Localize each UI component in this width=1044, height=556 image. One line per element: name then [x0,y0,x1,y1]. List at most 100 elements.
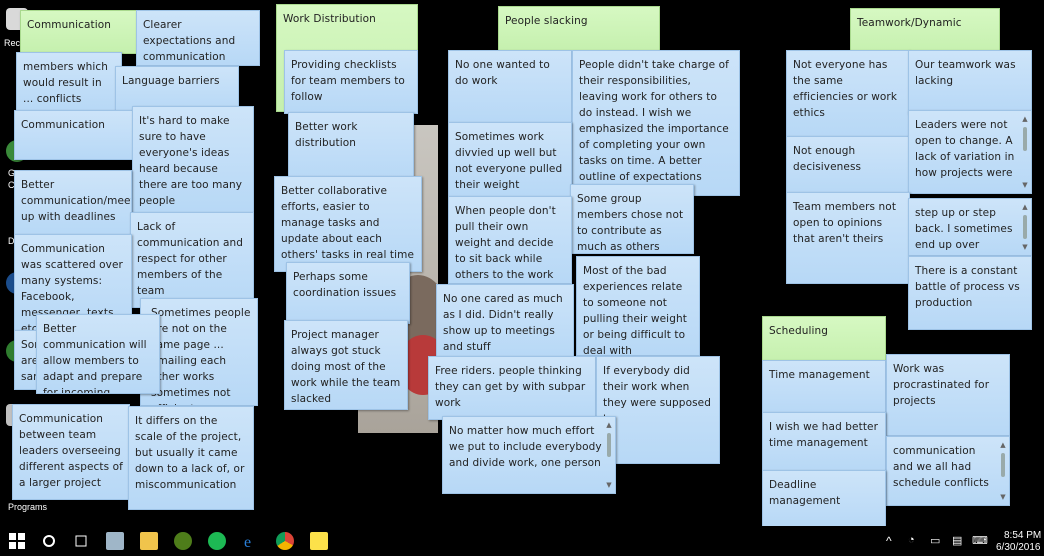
note-text: Work Distribution [283,13,376,25]
sticky-note[interactable]: Sometimes work divvied up well but not e… [448,122,572,198]
app-icon[interactable] [106,532,124,550]
sticky-note[interactable]: It's hard to make sure to have everyone'… [132,106,254,214]
sticky-note[interactable]: Most of the bad experiences relate to so… [576,256,700,356]
sticky-note[interactable]: Free riders. people thinking they can ge… [428,356,596,420]
scroll-up-icon[interactable]: ▲ [605,421,613,429]
note-text: Work was procrastinated for projects [893,363,990,407]
note-text: Some group members chose not to contribu… [577,193,684,253]
note-text: Time management [769,369,870,381]
note-text: Our teamwork was lacking [915,59,1016,87]
task-view-icon[interactable] [72,532,90,550]
sticky-note[interactable]: Better communication will allow members … [36,314,160,394]
sticky-note[interactable]: People didn't take charge of their respo… [572,50,740,196]
sticky-note[interactable]: Providing checklists for team members to… [284,50,418,114]
note-text: communication and we all had schedule co… [893,445,989,489]
sticky-notes-icon[interactable] [310,532,328,550]
sticky-note[interactable]: There is a constant battle of process vs… [908,256,1032,330]
ie-icon[interactable]: e [242,532,260,551]
sticky-note[interactable]: Better communication/meeting up with dea… [14,170,132,236]
note-scrollbar[interactable]: ▲ ▼ [1021,115,1029,189]
sticky-note[interactable]: It differs on the scale of the project, … [128,406,254,510]
sticky-note[interactable]: Project manager always got stuck doing m… [284,320,408,410]
sticky-note[interactable]: Time management [762,360,886,416]
tray-chevron-icon[interactable]: ^ [886,534,892,548]
note-text: Better work distribution [295,121,358,149]
sticky-note[interactable]: When people don't pull their own weight … [448,196,572,284]
note-text: step up or step back. I sometimes end up… [915,207,1013,251]
scroll-down-icon[interactable]: ▼ [999,493,1007,501]
sticky-note[interactable]: Work was procrastinated for projects [886,354,1010,436]
note-scrollbar[interactable]: ▲ ▼ [1021,203,1029,251]
chrome-icon[interactable] [276,532,294,550]
sticky-note[interactable]: I wish we had better time management [762,412,886,472]
note-text: If everybody did their work when they we… [603,365,711,425]
note-text: Not everyone has the same efficiencies o… [793,59,898,119]
battery-icon[interactable]: ▭ [930,534,940,547]
sticky-note-header[interactable]: People slacking [498,6,660,52]
note-text: Most of the bad experiences relate to so… [583,265,687,356]
scroll-thumb[interactable] [1001,453,1005,477]
note-text: It's hard to make sure to have everyone'… [139,115,243,207]
taskbar: e ^ ◔ ▭ ▤ ⌨ 8:54 PM 6/30/2016 [0,526,1044,556]
sticky-note[interactable]: members which would result in ... confli… [16,52,122,112]
sticky-note[interactable]: Communication [14,110,136,160]
note-scrollbar[interactable]: ▲ ▼ [999,441,1007,501]
sticky-note[interactable]: step up or step back. I sometimes end up… [908,198,1032,256]
sticky-note[interactable]: Deadline management [762,470,886,530]
note-text: I wish we had better time management [769,421,879,449]
note-text: It differs on the scale of the project, … [135,415,245,491]
sticky-note-header[interactable]: Teamwork/Dynamic [850,8,1000,56]
sticky-note[interactable]: Better collaborative efforts, easier to … [274,176,422,272]
note-text: members which would result in ... confli… [23,61,109,105]
spotify-icon[interactable] [208,532,226,550]
sticky-note[interactable]: No one cared as much as I did. Didn't re… [436,284,574,358]
scroll-down-icon[interactable]: ▼ [605,481,613,489]
sticky-note[interactable]: No one wanted to do work [448,50,572,124]
sticky-note[interactable]: No matter how much effort we put to incl… [442,416,616,494]
svg-text:e: e [244,534,251,550]
sticky-note[interactable]: Lack of communication and respect for ot… [130,212,254,308]
sticky-note-header[interactable]: Scheduling [762,316,886,364]
note-text: Better communication will allow members … [43,323,147,394]
note-scrollbar[interactable]: ▲ ▼ [605,421,613,489]
clock-date[interactable]: 6/30/2016 [996,542,1041,553]
sticky-note[interactable]: Communication between team leaders overs… [12,404,130,500]
keyboard-icon[interactable]: ⌨ [972,534,988,547]
note-text: Teamwork/Dynamic [857,17,962,29]
sticky-note-header[interactable]: Communication [20,10,138,54]
sticky-note[interactable]: Leaders were not open to change. A lack … [908,110,1032,194]
scroll-thumb[interactable] [607,433,611,457]
note-text: Communication [27,19,112,31]
sticky-note[interactable]: Not everyone has the same efficiencies o… [786,50,910,138]
note-text: Communication [21,119,106,131]
sticky-note[interactable]: Perhaps some coordination issues [286,262,410,324]
scroll-up-icon[interactable]: ▲ [999,441,1007,449]
sticky-note[interactable]: Better work distribution [288,112,414,182]
sticky-note[interactable]: Our teamwork was lacking [908,50,1032,114]
notification-icon[interactable]: ▤ [952,534,962,547]
note-text: Language barriers [122,75,220,87]
media-icon[interactable] [174,532,192,550]
scroll-up-icon[interactable]: ▲ [1021,203,1029,211]
desktop-label-recycle: Rec [4,38,21,48]
sticky-note[interactable]: Clearer expectations and communication [136,10,260,66]
sticky-note[interactable]: communication and we all had schedule co… [886,436,1010,506]
search-icon[interactable] [40,532,58,550]
sticky-note[interactable]: Not enough decisiveness [786,136,910,196]
note-text: Perhaps some coordination issues [293,271,397,299]
note-text: Providing checklists for team members to… [291,59,405,103]
note-text: Communication between team leaders overs… [19,413,123,489]
wifi-icon[interactable]: ◔ [908,534,915,546]
scroll-up-icon[interactable]: ▲ [1021,115,1029,123]
note-text: Team members not open to opinions that a… [793,201,897,245]
scroll-thumb[interactable] [1023,127,1027,151]
scroll-down-icon[interactable]: ▼ [1021,181,1029,189]
note-text: Leaders were not open to change. A lack … [915,119,1015,179]
scroll-thumb[interactable] [1023,215,1027,239]
clock-time[interactable]: 8:54 PM [1004,530,1041,541]
sticky-note[interactable]: Team members not open to opinions that a… [786,192,910,284]
windows-start-icon[interactable] [8,532,26,550]
folder-icon[interactable] [140,532,158,550]
scroll-down-icon[interactable]: ▼ [1021,243,1029,251]
sticky-note[interactable]: Some group members chose not to contribu… [570,184,694,254]
